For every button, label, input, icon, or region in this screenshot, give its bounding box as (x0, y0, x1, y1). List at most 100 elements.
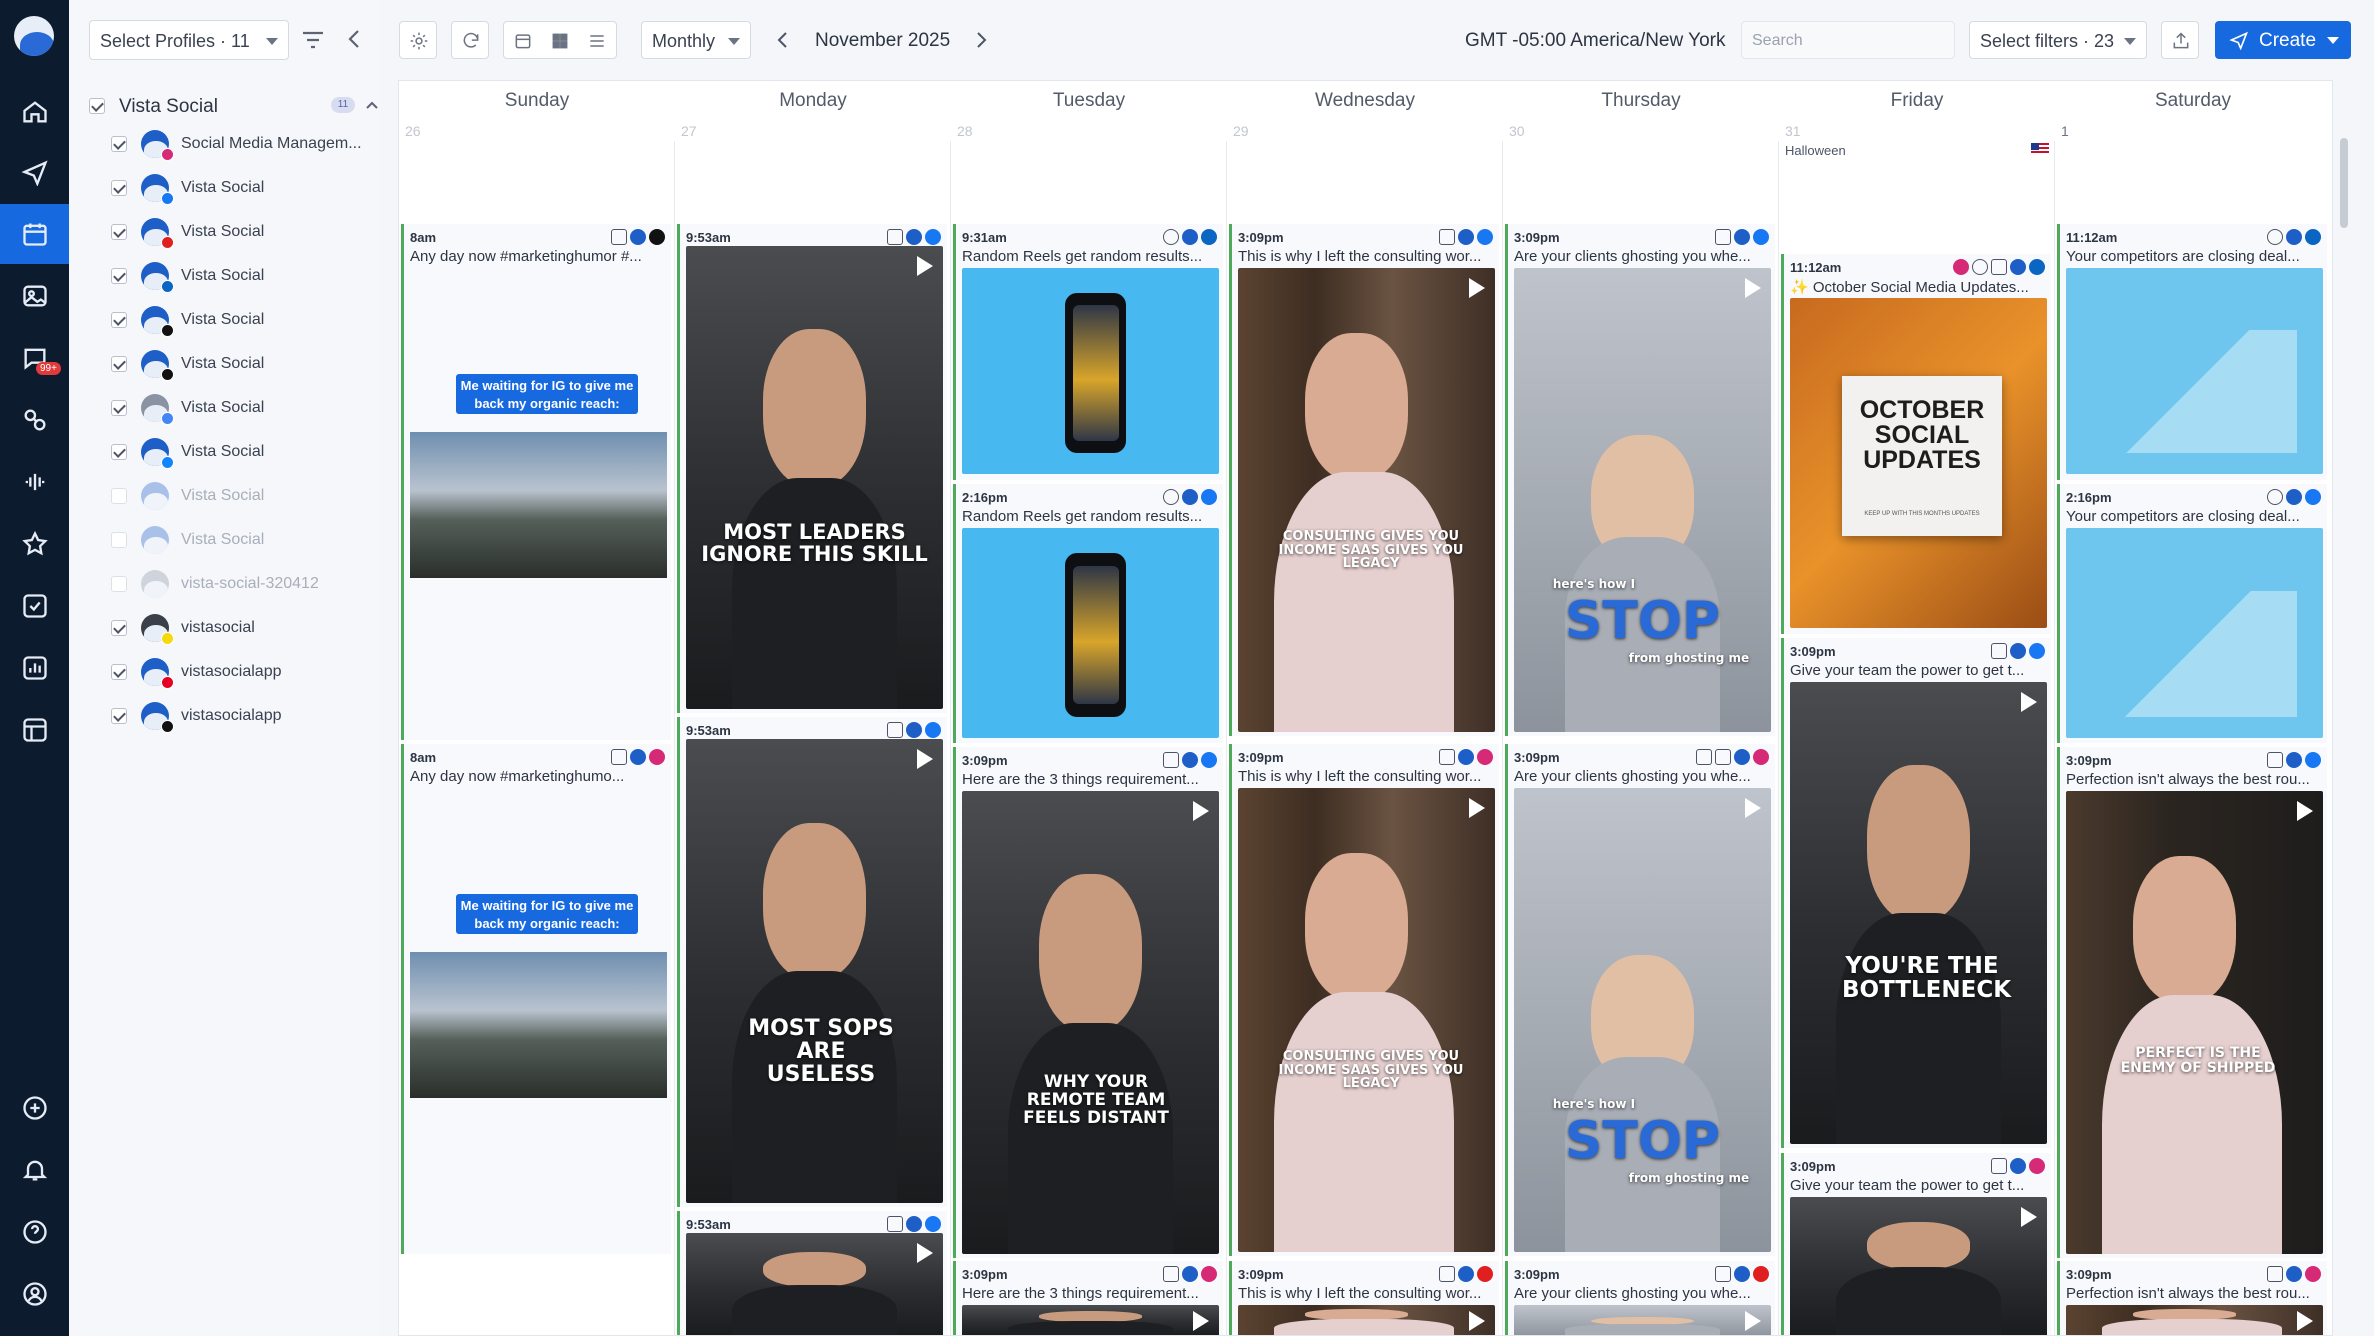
post-card[interactable]: 3:09pm Here are the 3 things requirement… (953, 1261, 1223, 1335)
post-card[interactable]: 11:12am ✨ October Social Media Updates..… (1781, 254, 2051, 634)
profile-checkbox[interactable] (111, 356, 127, 372)
integrations-icon[interactable] (0, 390, 69, 450)
calendar-scrollbar[interactable] (2340, 138, 2348, 228)
update-card: OCTOBER SOCIAL UPDATES KEEP UP WITH THIS… (1842, 376, 2002, 536)
vista-social-icon (1458, 749, 1474, 765)
profile-row[interactable]: Vista Social (111, 302, 377, 338)
inbox-icon[interactable]: 99+ (0, 328, 69, 388)
previous-month-button[interactable] (773, 28, 793, 52)
profile-label: Social Media Managem... (181, 135, 362, 152)
timezone-label[interactable]: GMT -05:00 America/New York (1465, 30, 1725, 52)
profile-row[interactable]: vistasocialapp (111, 654, 377, 690)
profile-checkbox[interactable] (111, 224, 127, 240)
profile-checkbox[interactable] (111, 620, 127, 636)
profile-group-vista-social[interactable]: Vista Social 11 (89, 92, 378, 120)
profile-checkbox[interactable] (111, 136, 127, 152)
post-media (1790, 1197, 2047, 1335)
profile-row[interactable]: Vista Social (111, 478, 377, 514)
create-label: Create (2259, 30, 2317, 51)
link-icon (1163, 229, 1179, 245)
post-card[interactable]: 3:09pm Here are the 3 things requirement… (953, 747, 1223, 1258)
search-input[interactable]: Search (1741, 21, 1955, 59)
post-card[interactable]: 8am Any day now #marketinghumo... Me wai… (401, 744, 671, 1254)
profile-row[interactable]: vistasocial (111, 610, 377, 646)
scheduled-icon (1991, 643, 2007, 659)
media-library-icon[interactable] (0, 266, 69, 326)
calendar-toolbar: Monthly November 2025 GMT -05:00 America… (379, 0, 2374, 80)
profile-row[interactable]: Vista Social (111, 258, 377, 294)
vista-social-logo[interactable] (14, 16, 54, 56)
profile-checkbox[interactable] (111, 488, 127, 504)
post-card[interactable]: 9:53am MOST SOPS ARE USELESS (677, 717, 947, 1207)
post-card[interactable]: 8am Any day now #marketinghumor #... Me … (401, 224, 671, 740)
day-header-friday: Friday (1890, 90, 1944, 111)
profile-select[interactable]: Select Profiles · 11 (89, 20, 289, 60)
post-card[interactable]: 9:53am (677, 1211, 947, 1335)
profile-checkbox[interactable] (111, 312, 127, 328)
post-card[interactable]: 9:53am MOST LEADERS IGNORE THIS SKILL (677, 224, 947, 713)
post-card[interactable]: 3:09pm Are your clients ghosting you whe… (1505, 1261, 1775, 1335)
post-card[interactable]: 3:09pm Perfection isn't always the best … (2057, 1261, 2327, 1335)
day-number: 30 (1509, 123, 1525, 139)
grid-view-icon[interactable] (550, 31, 570, 51)
profile-checkbox[interactable] (111, 268, 127, 284)
profile-row[interactable]: Vista Social (111, 346, 377, 382)
help-icon[interactable] (0, 1202, 69, 1262)
profile-checkbox[interactable] (111, 664, 127, 680)
reviews-icon[interactable] (0, 514, 69, 574)
post-card[interactable]: 3:09pm Give your team the power to get t… (1781, 1153, 2051, 1335)
account-icon[interactable] (0, 1264, 69, 1324)
view-select[interactable]: Monthly (641, 21, 751, 59)
post-card[interactable]: 2:16pm Your competitors are closing deal… (2057, 484, 2327, 743)
profile-checkbox[interactable] (111, 444, 127, 460)
notifications-icon[interactable] (0, 1140, 69, 1200)
profile-row[interactable]: Vista Social (111, 214, 377, 250)
post-card[interactable]: 3:09pm This is why I left the consulting… (1229, 1261, 1499, 1335)
workspace-icon[interactable] (0, 700, 69, 760)
chevron-up-icon[interactable] (365, 98, 379, 112)
next-month-button[interactable] (971, 28, 991, 52)
post-card[interactable]: 3:09pm Give your team the power to get t… (1781, 638, 2051, 1148)
send-icon[interactable] (0, 142, 69, 202)
refresh-button[interactable] (451, 21, 489, 59)
profile-row[interactable]: Social Media Managem... (111, 126, 377, 162)
list-view-icon[interactable] (587, 31, 607, 51)
group-checkbox[interactable] (89, 98, 105, 114)
calendar-view-icon[interactable] (513, 31, 533, 51)
profile-row[interactable]: Vista Social (111, 522, 377, 558)
profile-row[interactable]: Vista Social (111, 434, 377, 470)
calendar-icon[interactable] (0, 204, 69, 264)
filters-select[interactable]: Select filters · 23 (1969, 21, 2147, 59)
settings-button[interactable] (399, 21, 437, 59)
profile-checkbox[interactable] (111, 532, 127, 548)
post-card[interactable]: 3:09pm Are your clients ghosting you whe… (1505, 744, 1775, 1256)
profile-row[interactable]: vista-social-320412 (111, 566, 377, 602)
post-card[interactable]: 3:09pm This is why I left the consulting… (1229, 224, 1499, 736)
post-card[interactable]: 2:16pm Random Reels get random results..… (953, 484, 1223, 743)
post-card[interactable]: 11:12am Your competitors are closing dea… (2057, 224, 2327, 480)
filter-icon[interactable] (301, 30, 325, 50)
profile-checkbox[interactable] (111, 400, 127, 416)
post-card[interactable]: 3:09pm Are your clients ghosting you whe… (1505, 224, 1775, 736)
post-media: MOST LEADERS IGNORE THIS SKILL (686, 246, 943, 709)
post-card[interactable]: 3:09pm This is why I left the consulting… (1229, 744, 1499, 1256)
profile-row[interactable]: Vista Social (111, 390, 377, 426)
add-icon[interactable] (0, 1078, 69, 1138)
post-card[interactable]: 3:09pm Perfection isn't always the best … (2057, 747, 2327, 1258)
home-icon[interactable] (0, 82, 69, 142)
tasks-icon[interactable] (0, 576, 69, 636)
reports-icon[interactable] (0, 638, 69, 698)
post-time: 8am (410, 750, 437, 765)
profile-row[interactable]: Vista Social (111, 170, 377, 206)
profile-checkbox[interactable] (111, 576, 127, 592)
create-button[interactable]: Create (2215, 21, 2351, 59)
collapse-panel-icon[interactable] (346, 28, 362, 50)
listening-icon[interactable] (0, 452, 69, 512)
profile-checkbox[interactable] (111, 708, 127, 724)
profile-row[interactable]: vistasocialapp (111, 698, 377, 734)
export-button[interactable] (2161, 21, 2199, 59)
post-media: CONSULTING GIVES YOU INCOME SAAS GIVES Y… (1238, 788, 1495, 1252)
profile-checkbox[interactable] (111, 180, 127, 196)
post-card[interactable]: 9:31am Random Reels get random results..… (953, 224, 1223, 480)
facebook-icon (1753, 229, 1769, 245)
